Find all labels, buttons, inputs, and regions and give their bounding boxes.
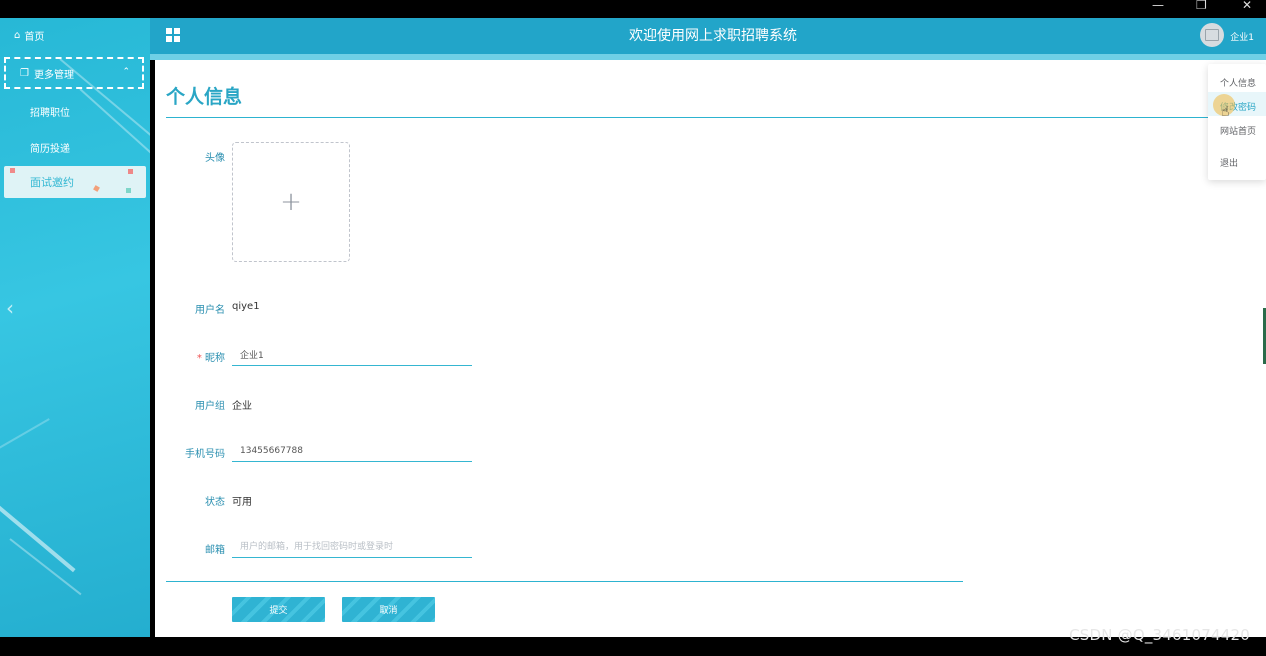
- group-label: 用户组: [195, 401, 225, 412]
- menu-item-profile[interactable]: 个人信息: [1220, 76, 1256, 89]
- minimize-icon[interactable]: —: [1152, 0, 1164, 11]
- sidebar-group-more[interactable]: ❐ 更多管理 ⌃: [4, 57, 144, 89]
- confetti: [93, 185, 100, 192]
- divider: [166, 117, 1226, 118]
- sidebar-group-label: 更多管理: [33, 69, 74, 81]
- confetti: [128, 169, 133, 174]
- status-label: 状态: [205, 497, 225, 508]
- watermark: CSDN @Q_3461074420: [1069, 626, 1250, 644]
- page-title: 个人信息: [166, 86, 243, 108]
- email-label: 邮箱: [205, 545, 225, 556]
- decor-streak: [79, 88, 150, 171]
- email-input[interactable]: [232, 536, 472, 558]
- confetti: [126, 188, 131, 193]
- status-value: 可用: [232, 497, 252, 508]
- nickname-label: * 昵称: [155, 349, 225, 364]
- main-panel: 个人信息 头像 + 用户名 qiye1 * 昵称 用户组 企业 手机号码 状态 …: [155, 60, 1266, 637]
- app-title: 欢迎使用网上求职招聘系统: [629, 28, 797, 44]
- avatar[interactable]: [1200, 23, 1224, 47]
- menu-item-website-home[interactable]: 网站首页: [1220, 124, 1256, 137]
- hand-cursor-icon: ☝: [1221, 104, 1230, 120]
- nickname-input[interactable]: [232, 344, 472, 366]
- window-titlebar: — ❐ ✕: [0, 0, 1266, 18]
- user-name[interactable]: 企业1: [1230, 30, 1254, 43]
- group-value: 企业: [232, 401, 252, 412]
- sidebar-item-label: 面试邀约: [30, 176, 74, 189]
- nickname-label-text: 昵称: [205, 353, 225, 364]
- home-icon: ⌂: [14, 30, 21, 41]
- menu-item-logout[interactable]: 退出: [1220, 156, 1238, 169]
- restore-icon[interactable]: ❐: [1196, 0, 1207, 11]
- sidebar: ⌂ 首页 ❐ 更多管理 ⌃ 招聘职位 简历投递 面试邀约 ‹: [0, 18, 150, 637]
- sidebar-item-resumes[interactable]: 简历投递: [30, 140, 70, 155]
- confetti: [10, 168, 15, 173]
- decor-streak: [0, 418, 50, 460]
- phone-label: 手机号码: [185, 449, 225, 460]
- username-label: 用户名: [195, 305, 225, 316]
- avatar-upload[interactable]: +: [232, 142, 350, 262]
- divider: [166, 581, 963, 582]
- phone-input[interactable]: [232, 440, 472, 462]
- cancel-button[interactable]: 取消: [342, 597, 435, 622]
- user-dropdown-menu: 个人信息 修改密码 网站首页 退出: [1208, 64, 1266, 180]
- copy-icon: ❐: [20, 67, 29, 79]
- submit-button[interactable]: 提交: [232, 597, 325, 622]
- username-value: qiye1: [232, 301, 260, 312]
- plus-icon: +: [280, 187, 302, 217]
- chevron-left-icon[interactable]: ‹: [6, 296, 14, 320]
- sidebar-item-label: 首页: [24, 32, 45, 43]
- sidebar-item-interviews[interactable]: 面试邀约: [4, 166, 146, 198]
- sidebar-item-home[interactable]: ⌂ 首页: [14, 28, 44, 43]
- sidebar-item-jobs[interactable]: 招聘职位: [30, 104, 70, 119]
- close-icon[interactable]: ✕: [1242, 0, 1252, 11]
- chevron-up-icon: ⌃: [122, 67, 130, 77]
- avatar-label: 头像: [205, 153, 225, 164]
- required-mark: *: [196, 353, 202, 364]
- image-icon: [1205, 29, 1219, 41]
- header: 欢迎使用网上求职招聘系统 企业1: [150, 18, 1266, 54]
